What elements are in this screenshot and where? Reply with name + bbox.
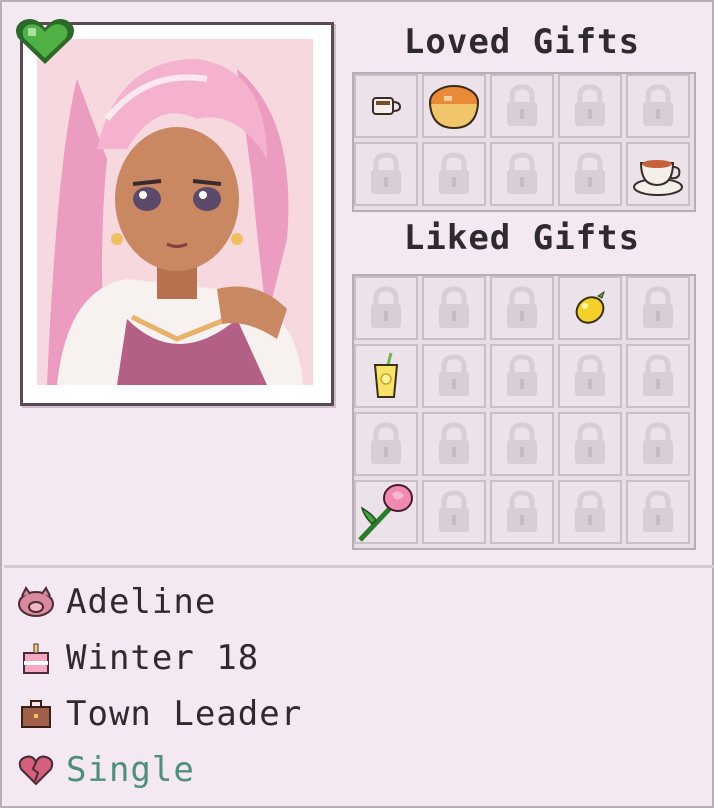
- lemon-icon: [570, 288, 610, 328]
- liked-gift-slot[interactable]: [558, 412, 622, 476]
- relationship-row: Single: [16, 750, 195, 790]
- relationship-status: Single: [66, 750, 195, 790]
- teacup-icon: [631, 151, 685, 197]
- heart-level-icon: [12, 16, 78, 68]
- loved-gift-slot[interactable]: [626, 142, 690, 206]
- lock-icon: [637, 285, 679, 331]
- loved-gift-slot[interactable]: [354, 142, 418, 206]
- loved-gifts-grid: [352, 72, 696, 212]
- lock-icon: [365, 285, 407, 331]
- portrait-frame: [20, 22, 334, 406]
- lock-icon: [501, 353, 543, 399]
- liked-gift-slot[interactable]: [558, 480, 622, 544]
- lock-icon: [433, 489, 475, 535]
- character-birthday: Winter 18: [66, 638, 260, 678]
- lock-icon: [637, 421, 679, 467]
- loved-gift-slot[interactable]: [558, 142, 622, 206]
- lock-icon: [569, 151, 611, 197]
- liked-gifts-grid: [352, 274, 696, 550]
- loved-gift-slot[interactable]: [626, 74, 690, 138]
- loved-gift-slot[interactable]: [422, 142, 486, 206]
- liked-gifts-title: Liked Gifts: [403, 218, 641, 258]
- character-name: Adeline: [66, 582, 217, 622]
- lock-icon: [501, 489, 543, 535]
- section-divider: [4, 565, 714, 568]
- liked-gift-slot[interactable]: [626, 412, 690, 476]
- liked-gift-slot[interactable]: [490, 276, 554, 340]
- lock-icon: [433, 421, 475, 467]
- occupation-row: Town Leader: [16, 694, 302, 734]
- loved-gifts-title: Loved Gifts: [403, 22, 641, 62]
- lemonade-icon: [369, 351, 403, 401]
- liked-gift-slot[interactable]: [490, 344, 554, 408]
- character-occupation: Town Leader: [66, 694, 303, 734]
- character-profile-panel: Loved Gifts Liked Gifts Adeline Winter 1…: [0, 0, 714, 808]
- liked-gift-slot[interactable]: [558, 344, 622, 408]
- liked-gift-slot[interactable]: [422, 412, 486, 476]
- liked-gift-slot[interactable]: [422, 480, 486, 544]
- liked-gift-slot[interactable]: [354, 276, 418, 340]
- soup-bowl-icon: [426, 80, 482, 132]
- lock-icon: [501, 151, 543, 197]
- lock-icon: [501, 421, 543, 467]
- liked-gift-slot[interactable]: [354, 412, 418, 476]
- rose-icon: [354, 480, 418, 544]
- liked-gift-slot[interactable]: [558, 276, 622, 340]
- loved-gift-slot[interactable]: [490, 142, 554, 206]
- lock-icon: [433, 285, 475, 331]
- loved-gift-slot[interactable]: [558, 74, 622, 138]
- broken-heart-icon: [16, 752, 56, 788]
- lock-icon: [501, 285, 543, 331]
- lock-icon: [365, 421, 407, 467]
- loved-gift-slot[interactable]: [490, 74, 554, 138]
- liked-gift-slot[interactable]: [354, 344, 418, 408]
- name-row: Adeline: [16, 582, 216, 622]
- loved-gift-slot[interactable]: [422, 74, 486, 138]
- birthday-cake-icon: [16, 640, 56, 676]
- lock-icon: [501, 83, 543, 129]
- liked-gift-slot[interactable]: [626, 276, 690, 340]
- lock-icon: [433, 151, 475, 197]
- liked-gift-slot[interactable]: [490, 480, 554, 544]
- liked-gift-slot[interactable]: [626, 480, 690, 544]
- lock-icon: [569, 421, 611, 467]
- lock-icon: [637, 83, 679, 129]
- coffee-icon: [368, 91, 404, 121]
- pig-face-icon: [16, 584, 56, 620]
- lock-icon: [569, 489, 611, 535]
- liked-gift-slot[interactable]: [354, 480, 418, 544]
- lock-icon: [637, 489, 679, 535]
- liked-gift-slot[interactable]: [422, 344, 486, 408]
- loved-gift-slot[interactable]: [354, 74, 418, 138]
- lock-icon: [569, 83, 611, 129]
- liked-gift-slot[interactable]: [422, 276, 486, 340]
- birthday-row: Winter 18: [16, 638, 259, 678]
- liked-gift-slot[interactable]: [626, 344, 690, 408]
- lock-icon: [365, 151, 407, 197]
- lock-icon: [637, 353, 679, 399]
- liked-gift-slot[interactable]: [490, 412, 554, 476]
- lock-icon: [569, 353, 611, 399]
- briefcase-icon: [16, 696, 56, 732]
- character-portrait: [37, 39, 313, 385]
- lock-icon: [433, 353, 475, 399]
